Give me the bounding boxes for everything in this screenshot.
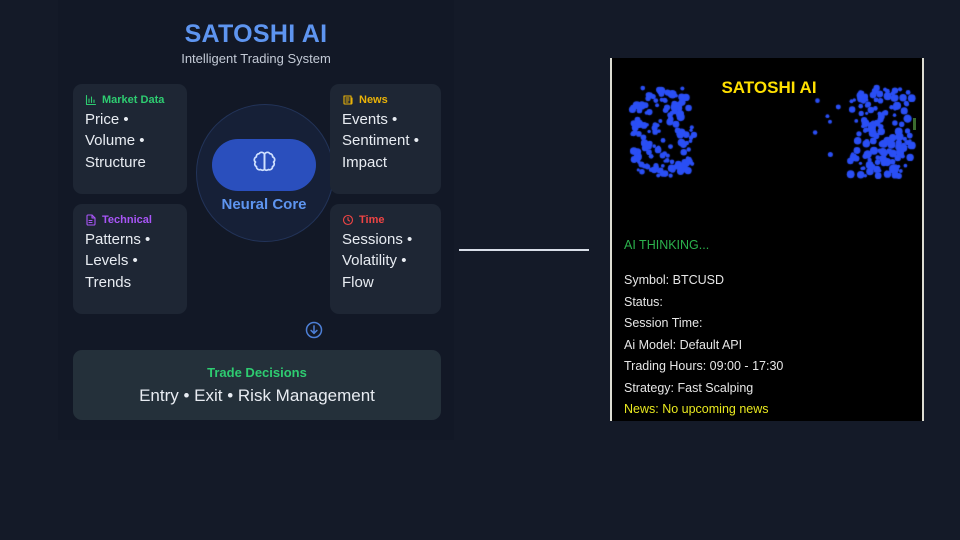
node-header-label: Market Data — [102, 94, 165, 106]
terminal-title: SATOSHI AI — [721, 78, 817, 97]
circle-arrow-down-icon — [304, 320, 324, 340]
node-header-label: News — [359, 94, 388, 106]
clock-icon — [342, 214, 354, 226]
trade-decisions-body: Entry • Exit • Risk Management — [139, 385, 375, 405]
trade-decisions-card[interactable]: Trade Decisions Entry • Exit • Risk Mana… — [73, 350, 441, 420]
newspaper-icon — [342, 94, 354, 106]
terminal-info-strategy: Strategy: Fast Scalping — [624, 380, 754, 395]
terminal-info-news: News: No upcoming news — [624, 402, 769, 416]
node-line: Levels • — [85, 252, 138, 270]
terminal-info-list: Symbol: BTCUSD Status: Session Time: Ai … — [624, 270, 783, 421]
node-line: Price • — [85, 111, 129, 128]
ai-terminal-panel: SATOSHI AI AI THINKING... Symbol: BTCUSD… — [610, 58, 924, 421]
trade-decisions-title: Trade Decisions — [207, 364, 307, 380]
ai-thinking-status: AI THINKING... — [624, 238, 710, 252]
terminal-info-trading-hours: Trading Hours: 09:00 - 17:30 — [624, 359, 784, 373]
node-line: Events • — [342, 111, 398, 128]
terminal-info-status: Status: — [624, 294, 663, 309]
node-line: Flow — [342, 273, 374, 291]
document-icon — [85, 214, 97, 226]
node-lines-time: Sessions • Volatility • Flow — [342, 229, 429, 293]
node-header-technical: Technical — [85, 214, 175, 226]
node-lines-market-data: Price • Volume • Structure — [85, 109, 175, 173]
bar-chart-icon — [85, 94, 97, 106]
architecture-diagram-panel: SATOSHI AI Intelligent Trading System Ma… — [58, 0, 454, 440]
neural-core-label: Neural Core — [221, 196, 307, 213]
connector-line — [459, 249, 589, 251]
terminal-info-ai-model: Ai Model: Default API — [624, 337, 743, 352]
node-card-news[interactable]: News Events • Sentiment • Impact — [330, 84, 441, 194]
node-header-market-data: Market Data — [85, 94, 175, 106]
brain-icon — [251, 149, 278, 181]
node-line: Patterns • — [85, 231, 151, 248]
neural-core-node[interactable] — [212, 139, 316, 191]
node-lines-technical: Patterns • Levels • Trends — [85, 229, 175, 293]
node-card-market-data[interactable]: Market Data Price • Volume • Structure — [73, 84, 187, 194]
node-line: Structure — [85, 153, 146, 171]
terminal-info-symbol: Symbol: BTCUSD — [624, 273, 725, 287]
node-card-technical[interactable]: Technical Patterns • Levels • Trends — [73, 204, 187, 314]
node-header-time: Time — [342, 214, 429, 226]
node-line: Trends — [85, 273, 132, 291]
node-header-label: Technical — [102, 214, 152, 226]
node-lines-news: Events • Sentiment • Impact — [342, 109, 429, 173]
node-card-time[interactable]: Time Sessions • Volatility • Flow — [330, 204, 441, 314]
page-subtitle: Intelligent Trading System — [181, 51, 331, 66]
app-root: SATOSHI AI Intelligent Trading System Ma… — [0, 0, 960, 540]
node-header-news: News — [342, 94, 429, 106]
page-title: SATOSHI AI — [184, 20, 328, 48]
node-line: Volume • — [85, 132, 145, 150]
node-line: Volatility • — [342, 252, 407, 270]
node-line: Impact — [342, 153, 388, 171]
node-line: Sentiment • — [342, 132, 419, 150]
node-line: Sessions • — [342, 231, 413, 248]
terminal-edge-marker — [913, 118, 916, 130]
terminal-info-session-time: Session Time: — [624, 316, 703, 330]
node-header-label: Time — [359, 214, 385, 226]
